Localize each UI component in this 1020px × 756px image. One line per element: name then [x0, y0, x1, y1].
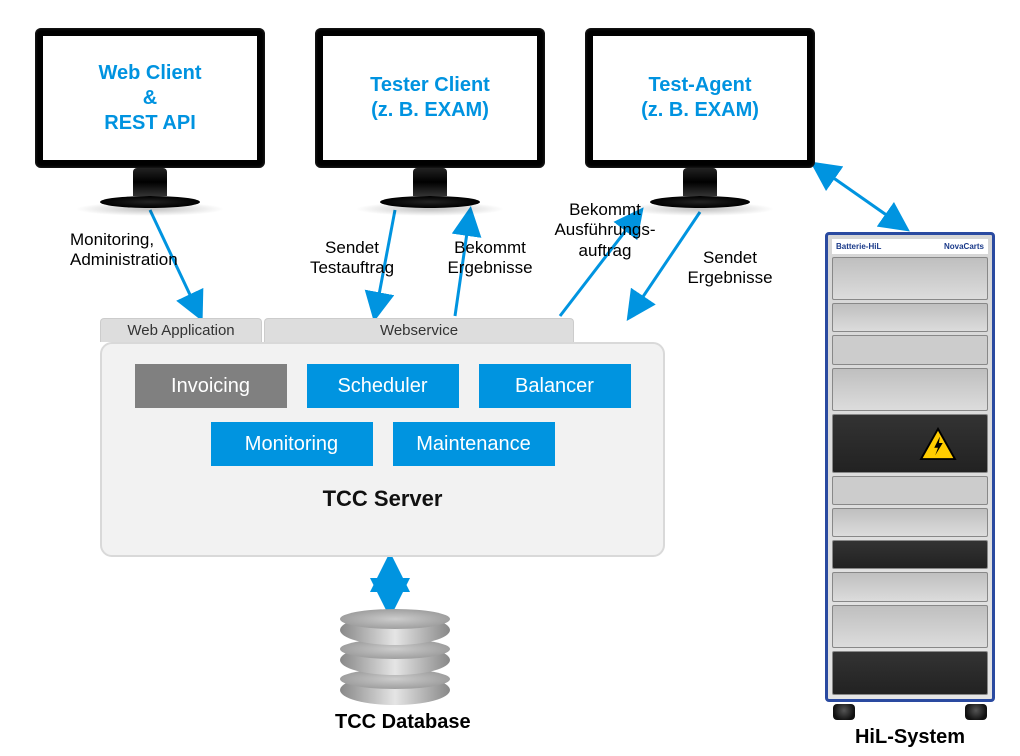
hazard-icon — [919, 427, 957, 461]
monitor-web-client-label: Web Client & REST API — [43, 36, 257, 160]
wheel-icon — [833, 704, 855, 720]
tab-webservice: Webservice — [264, 318, 574, 342]
rack-unit — [832, 605, 988, 649]
label-bekommt-auftrag: Bekommt Ausführungs- auftrag — [540, 200, 670, 261]
module-invoicing: Invoicing — [135, 364, 287, 408]
rack-unit — [832, 508, 988, 537]
rack-unit — [832, 335, 988, 364]
rack-unit — [832, 476, 988, 505]
rack-brand-left: Batterie-HiL — [836, 242, 881, 251]
module-balancer: Balancer — [479, 364, 631, 408]
rack-header: Batterie-HiL NovaCarts — [832, 239, 988, 254]
rack-unit — [832, 572, 988, 601]
monitor-web-client: Web Client & REST API — [35, 28, 265, 216]
module-maintenance: Maintenance — [393, 422, 555, 466]
module-monitoring: Monitoring — [211, 422, 373, 466]
rack-body: Batterie-HiL NovaCarts — [825, 232, 995, 702]
monitor-test-agent: Test-Agent (z. B. EXAM) — [585, 28, 815, 216]
monitor-test-agent-label: Test-Agent (z. B. EXAM) — [593, 36, 807, 160]
rack-wheels — [825, 704, 995, 720]
wheel-icon — [965, 704, 987, 720]
monitor-tester-client: Tester Client (z. B. EXAM) — [315, 28, 545, 216]
module-scheduler: Scheduler — [307, 364, 459, 408]
rack-unit — [832, 540, 988, 569]
tcc-server: Web Application Webservice Invoicing Sch… — [100, 318, 665, 557]
rack-unit — [832, 368, 988, 412]
rack-unit — [832, 303, 988, 332]
hil-system-label: HiL-System — [825, 726, 995, 749]
label-sendet-testauftrag: Sendet Testauftrag — [297, 238, 407, 279]
arrow-agent-hil — [815, 165, 905, 228]
rack-unit-hazard — [832, 414, 988, 472]
hil-system: Batterie-HiL NovaCarts HiL-System — [825, 232, 995, 749]
rack-unit — [832, 257, 988, 301]
tcc-server-body: Invoicing Scheduler Balancer Monitoring … — [100, 342, 665, 557]
label-sendet-ergebnisse: Sendet Ergebnisse — [675, 248, 785, 289]
label-bekommt-ergebnisse: Bekommt Ergebnisse — [430, 238, 550, 279]
tcc-database: TCC Database — [335, 615, 455, 734]
tab-web-application: Web Application — [100, 318, 262, 342]
tcc-server-title: TCC Server — [323, 486, 443, 512]
database-icon — [340, 615, 450, 705]
monitor-tester-client-label: Tester Client (z. B. EXAM) — [323, 36, 537, 160]
rack-brand-right: NovaCarts — [944, 242, 984, 251]
label-monitoring-admin: Monitoring, Administration — [70, 230, 210, 271]
rack-unit — [832, 651, 988, 695]
tcc-database-label: TCC Database — [335, 711, 455, 734]
